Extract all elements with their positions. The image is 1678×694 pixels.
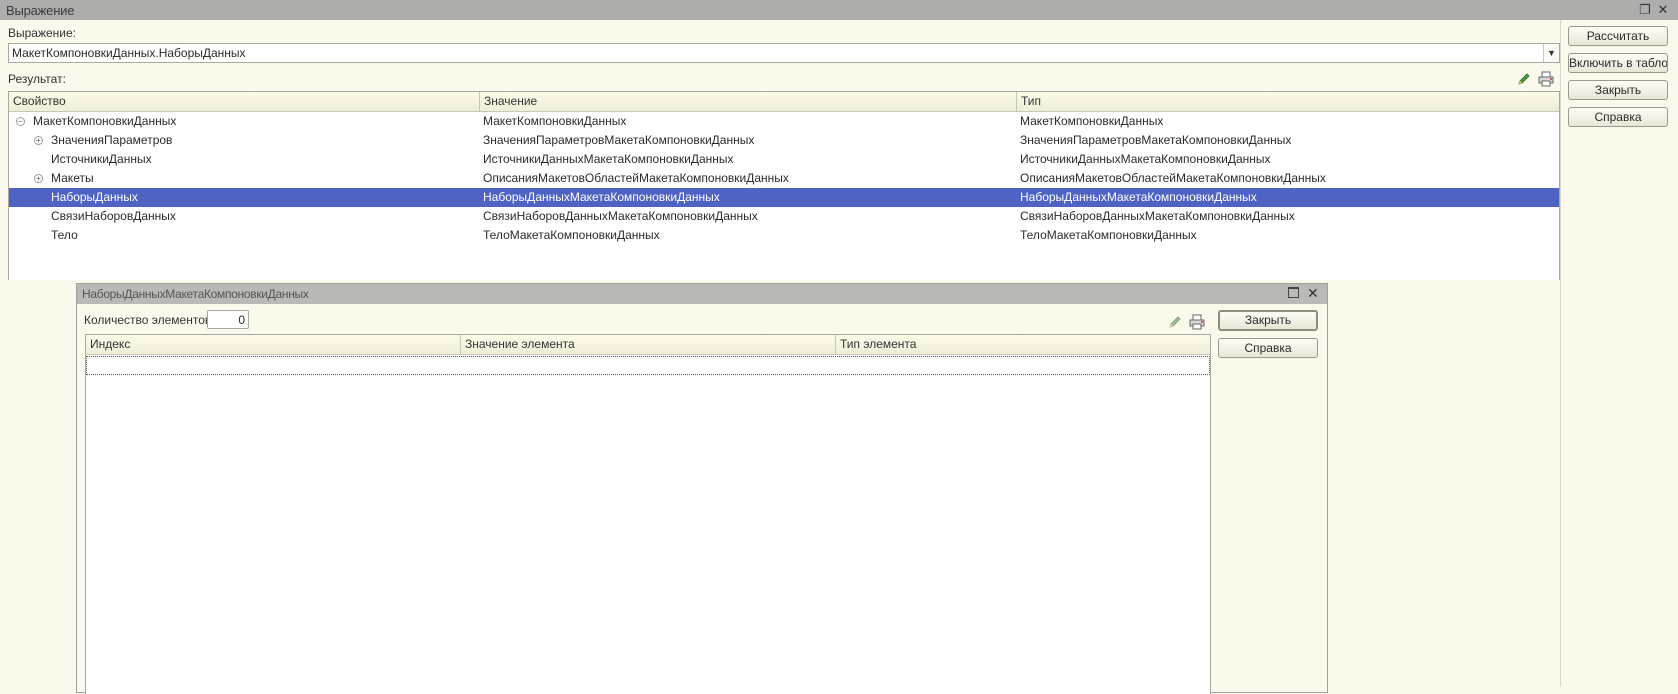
tree-row[interactable]: + ЗначенияПараметров ЗначенияПараметровМак… bbox=[9, 131, 1559, 150]
pencil-icon[interactable] bbox=[1516, 71, 1532, 87]
count-field: 0 bbox=[207, 310, 249, 329]
cell-type: МакетКомпоновкиДанных bbox=[1020, 114, 1164, 128]
plus-circle-icon[interactable]: + bbox=[34, 136, 43, 145]
count-label: Количество элементов: bbox=[84, 313, 215, 327]
result-label: Результат: bbox=[8, 72, 66, 86]
cell-type: ТелоМакетаКомпоновкиДанных bbox=[1020, 228, 1197, 242]
cell-value: ТелоМакетаКомпоновкиДанных bbox=[483, 228, 660, 242]
cell-property: Макеты bbox=[51, 171, 94, 185]
cell-value: СвязиНаборовДанныхМакетаКомпоновкиДанных bbox=[483, 209, 758, 223]
maximize-icon[interactable] bbox=[1288, 287, 1299, 298]
subwindow-help-button[interactable]: Справка bbox=[1218, 338, 1318, 358]
cell-property: ЗначенияПараметров bbox=[51, 133, 173, 147]
chevron-down-icon[interactable]: ▼ bbox=[1543, 44, 1559, 62]
empty-focus-row[interactable] bbox=[86, 356, 1210, 375]
cell-property: НаборыДанных bbox=[51, 190, 138, 204]
cell-value: ОписанияМакетовОбластейМакетаКомпоновкиД… bbox=[483, 171, 789, 185]
cell-value: НаборыДанныхМакетаКомпоновкиДанных bbox=[483, 190, 720, 204]
subwindow-titlebar: НаборыДанныхМакетаКомпоновкиДанных ✕ bbox=[77, 284, 1327, 304]
column-header-index[interactable]: Индекс bbox=[86, 335, 461, 354]
cell-property: ИсточникиДанных bbox=[51, 152, 152, 166]
window-title: Выражение bbox=[6, 3, 75, 18]
tree-row[interactable]: + Макеты ОписанияМакетовОбластейМакетаКомп… bbox=[9, 169, 1559, 188]
window-titlebar: Выражение ❐ ✕ bbox=[0, 0, 1678, 20]
printer-icon[interactable] bbox=[1538, 71, 1554, 87]
cell-property: МакетКомпоновкиДанных bbox=[33, 114, 177, 128]
tree-row[interactable]: Тело ТелоМакетаКомпоновкиДанных ТелоМакета… bbox=[9, 226, 1559, 245]
tree-row[interactable]: − МакетКомпоновкиДанных МакетКомпоновкиДан… bbox=[9, 112, 1559, 131]
subwindow-title: НаборыДанныхМакетаКомпоновкиДанных bbox=[82, 287, 309, 301]
close-button[interactable]: Закрыть bbox=[1568, 80, 1668, 100]
elements-table[interactable]: Индекс Значение элемента Тип элемента bbox=[85, 334, 1211, 694]
tree-row[interactable]: НаборыДанных НаборыДанныхМакетаКомпоновки… bbox=[9, 188, 1559, 207]
calculate-button[interactable]: Рассчитать bbox=[1568, 26, 1668, 46]
expression-input[interactable]: МакетКомпоновкиДанных.НаборыДанных ▼ bbox=[8, 43, 1560, 63]
result-table-header: Свойство Значение Тип bbox=[9, 92, 1559, 112]
collection-viewer-window: НаборыДанныхМакетаКомпоновкиДанных ✕ Кол… bbox=[76, 283, 1328, 694]
cell-type: ЗначенияПараметровМакетаКомпоновкиДанных bbox=[1020, 133, 1292, 147]
column-header-value[interactable]: Значение bbox=[480, 92, 1017, 111]
subwindow-close-button[interactable]: Закрыть bbox=[1218, 310, 1318, 331]
close-icon[interactable]: ✕ bbox=[1307, 285, 1319, 302]
expression-input-value: МакетКомпоновкиДанных.НаборыДанных bbox=[12, 46, 246, 60]
printer-icon[interactable] bbox=[1189, 314, 1205, 330]
elements-table-header: Индекс Значение элемента Тип элемента bbox=[86, 335, 1210, 355]
column-header-property[interactable]: Свойство bbox=[9, 92, 480, 111]
count-value: 0 bbox=[238, 313, 245, 327]
buttons-panel-separator bbox=[1560, 20, 1561, 686]
cell-type: ИсточникиДанныхМакетаКомпоновкиДанных bbox=[1020, 152, 1271, 166]
add-to-board-button[interactable]: Включить в табло bbox=[1568, 53, 1668, 73]
cell-type: НаборыДанныхМакетаКомпоновкиДанных bbox=[1020, 190, 1257, 204]
cell-value: МакетКомпоновкиДанных bbox=[483, 114, 627, 128]
cell-property: Тело bbox=[51, 228, 78, 242]
column-header-element-value[interactable]: Значение элемента bbox=[461, 335, 836, 354]
help-button[interactable]: Справка bbox=[1568, 107, 1668, 127]
cell-property: СвязиНаборовДанных bbox=[51, 209, 176, 223]
tree-row[interactable]: ИсточникиДанных ИсточникиДанныхМакетаКомп… bbox=[9, 150, 1559, 169]
expression-label: Выражение: bbox=[8, 26, 77, 40]
cell-value: ЗначенияПараметровМакетаКомпоновкиДанных bbox=[483, 133, 755, 147]
pencil-icon[interactable] bbox=[1167, 314, 1183, 330]
restore-icon[interactable]: ❐ bbox=[1637, 2, 1653, 18]
close-icon[interactable]: ✕ bbox=[1655, 2, 1671, 18]
column-header-type[interactable]: Тип bbox=[1017, 92, 1559, 111]
result-tree-table[interactable]: Свойство Значение Тип − МакетКомпоновкиДа… bbox=[8, 91, 1560, 280]
plus-circle-icon[interactable]: + bbox=[34, 174, 43, 183]
minus-circle-icon[interactable]: − bbox=[16, 117, 25, 126]
cell-type: ОписанияМакетовОбластейМакетаКомпоновкиД… bbox=[1020, 171, 1326, 185]
column-header-element-type[interactable]: Тип элемента bbox=[836, 335, 1210, 354]
cell-type: СвязиНаборовДанныхМакетаКомпоновкиДанных bbox=[1020, 209, 1295, 223]
cell-value: ИсточникиДанныхМакетаКомпоновкиДанных bbox=[483, 152, 734, 166]
tree-row[interactable]: СвязиНаборовДанных СвязиНаборовДанныхМаке… bbox=[9, 207, 1559, 226]
